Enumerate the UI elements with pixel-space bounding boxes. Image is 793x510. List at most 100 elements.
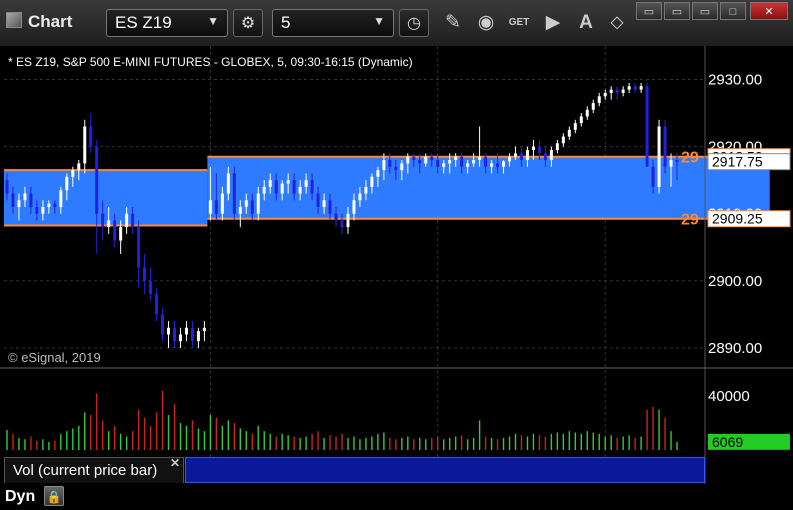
candle-body bbox=[418, 160, 422, 164]
interval-value: 5 bbox=[281, 13, 291, 32]
price-band bbox=[4, 170, 208, 226]
candle-body bbox=[35, 207, 39, 214]
gear-icon: ⚙ bbox=[240, 15, 256, 32]
price-tag-value: 2909.25 bbox=[712, 211, 763, 227]
candle-body bbox=[322, 200, 326, 207]
candle-body bbox=[400, 163, 404, 171]
candle-body bbox=[89, 126, 93, 147]
candle-body bbox=[202, 327, 206, 332]
candle-body bbox=[167, 327, 171, 335]
candle-body bbox=[208, 200, 212, 214]
clock-icon: ◷ bbox=[407, 15, 421, 32]
candle-body bbox=[352, 200, 356, 214]
candle-body bbox=[190, 327, 194, 342]
chart-title: * ES Z19, S&P 500 E-MINI FUTURES - GLOBE… bbox=[8, 55, 413, 69]
candle-body bbox=[472, 160, 476, 164]
alert-icon: A bbox=[579, 12, 593, 33]
link-button[interactable]: ⬦ bbox=[604, 10, 630, 36]
maximize-button[interactable]: □ bbox=[720, 2, 746, 20]
candle-body bbox=[131, 213, 135, 228]
candle-body bbox=[328, 200, 332, 214]
price-tick-label: 2930.00 bbox=[708, 72, 762, 89]
restore-button[interactable]: ▭ bbox=[692, 2, 718, 20]
candle-body bbox=[496, 163, 500, 167]
minimize-button[interactable]: ▭ bbox=[664, 2, 690, 20]
last-price-value: 2917.75 bbox=[712, 154, 763, 170]
candle-body bbox=[531, 146, 535, 150]
candle-body bbox=[561, 136, 565, 144]
candle-body bbox=[298, 186, 302, 194]
candle-body bbox=[597, 96, 601, 104]
candle-body bbox=[107, 220, 111, 228]
watermark: © eSignal, 2019 bbox=[8, 350, 101, 365]
chart-window-icon bbox=[6, 12, 22, 28]
candle-body bbox=[675, 160, 679, 162]
candle-body bbox=[555, 143, 559, 150]
candle-body bbox=[268, 180, 272, 187]
candle-body bbox=[119, 227, 123, 241]
restore-icon: ▭ bbox=[699, 6, 711, 18]
interval-select[interactable]: 5 ▼ bbox=[272, 9, 394, 37]
window-title-text: Chart bbox=[28, 12, 73, 31]
lock-button[interactable]: 🔒 bbox=[44, 486, 64, 506]
candle-body bbox=[143, 267, 147, 281]
draw-tool-button[interactable]: ✎ bbox=[440, 10, 466, 36]
candle-body bbox=[615, 89, 619, 93]
volume-study-label[interactable]: Vol (current price bar) bbox=[4, 457, 184, 483]
candle-body bbox=[71, 170, 75, 177]
candle-body bbox=[460, 156, 464, 167]
candle-body bbox=[41, 207, 45, 214]
candle-body bbox=[232, 173, 236, 214]
candle-body bbox=[430, 156, 434, 161]
candle-body bbox=[442, 163, 446, 167]
chevron-down-icon: ▼ bbox=[373, 14, 385, 28]
candle-body bbox=[609, 89, 613, 93]
candle-body bbox=[376, 170, 380, 177]
price-chart[interactable]: 2930.002920.002910.002900.002890.002918.… bbox=[0, 46, 793, 484]
candle-body bbox=[310, 180, 314, 194]
candle-body bbox=[633, 86, 637, 90]
candle-body bbox=[448, 160, 452, 164]
study-button[interactable]: ◉ bbox=[473, 10, 499, 36]
time-settings-button[interactable]: ◷ bbox=[399, 9, 429, 37]
candle-body bbox=[585, 109, 589, 117]
candle-body bbox=[334, 213, 338, 221]
candle-body bbox=[196, 331, 200, 342]
price-tick-label: 2890.00 bbox=[708, 340, 762, 357]
candle-body bbox=[627, 86, 631, 90]
candle-body bbox=[436, 160, 440, 167]
candle-body bbox=[657, 126, 661, 187]
candle-body bbox=[519, 153, 523, 161]
symbol-settings-button[interactable]: ⚙ bbox=[233, 9, 263, 37]
candle-body bbox=[47, 203, 51, 207]
chevron-down-icon: ▼ bbox=[207, 14, 219, 28]
candle-body bbox=[286, 180, 290, 184]
volume-study-label-text: Vol (current price bar) bbox=[13, 462, 158, 479]
window-title: Chart bbox=[6, 12, 72, 32]
alert-button[interactable]: A bbox=[573, 10, 599, 36]
candle-body bbox=[621, 89, 625, 93]
chart-toolbar: Chart ES Z19 ▼ ⚙ 5 ▼ ◷ ✎ ◉ GET ▶ A ⬦ ▭ ▭ ▭… bbox=[0, 0, 793, 47]
candle-body bbox=[23, 193, 27, 201]
close-button[interactable]: ✕ bbox=[750, 2, 788, 20]
symbol-select[interactable]: ES Z19 ▼ bbox=[106, 9, 228, 37]
get-button[interactable]: GET bbox=[506, 10, 532, 36]
candle-body bbox=[238, 207, 242, 214]
lock-icon: 🔒 bbox=[46, 490, 62, 504]
close-study-icon[interactable]: ✕ bbox=[170, 456, 180, 470]
candle-body bbox=[125, 213, 129, 228]
study-chart-icon: ◉ bbox=[477, 12, 495, 33]
candle-body bbox=[304, 180, 308, 187]
candle-body bbox=[370, 176, 374, 187]
candle-body bbox=[651, 166, 655, 187]
minimize-icon: ▭ bbox=[671, 6, 683, 18]
candle-body bbox=[178, 334, 182, 342]
window-menu-button[interactable]: ▭ bbox=[636, 2, 662, 20]
play-button[interactable]: ▶ bbox=[540, 10, 566, 36]
status-bar bbox=[0, 484, 793, 510]
candle-body bbox=[537, 146, 541, 154]
play-icon: ▶ bbox=[545, 12, 561, 33]
candle-body bbox=[549, 149, 553, 161]
candle-body bbox=[155, 294, 159, 315]
candle-body bbox=[525, 149, 529, 161]
